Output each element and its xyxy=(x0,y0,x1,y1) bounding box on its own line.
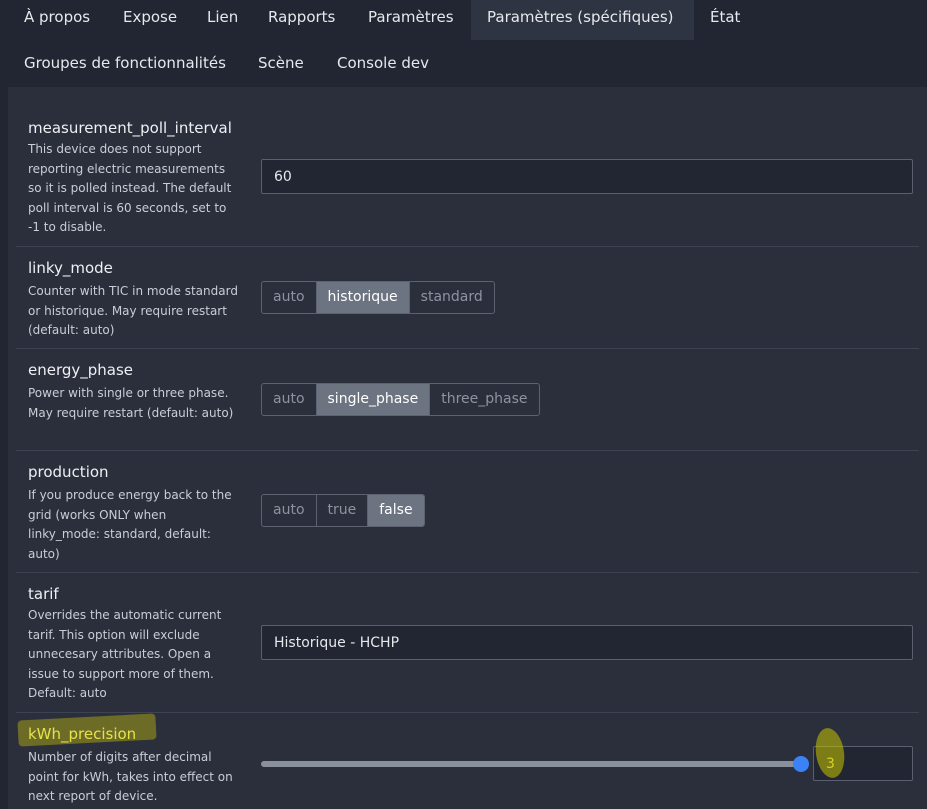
linky-mode-option-auto[interactable]: auto xyxy=(262,282,317,313)
tab-a-propos[interactable]: À propos xyxy=(8,0,106,40)
setting-description: This device does not support reporting e… xyxy=(28,142,232,234)
tarif-input[interactable] xyxy=(261,625,913,660)
tab-rapports[interactable]: Rapports xyxy=(252,0,351,40)
setting-row-tarif: tarif Overrides the automatic current ta… xyxy=(16,573,919,713)
kwh-precision-slider[interactable] xyxy=(261,756,809,772)
setting-row-linky-mode: linky_mode Counter with TIC in mode stan… xyxy=(16,247,919,349)
energy-phase-option-three-phase[interactable]: three_phase xyxy=(430,384,538,415)
production-toggle-group: auto true false xyxy=(261,494,425,527)
setting-description: If you produce energy back to the grid (… xyxy=(28,488,232,561)
setting-description: Overrides the automatic current tarif. T… xyxy=(28,608,222,700)
setting-row-production: production If you produce energy back to… xyxy=(16,451,919,573)
tab-expose[interactable]: Expose xyxy=(107,0,193,40)
measurement-poll-interval-input[interactable] xyxy=(261,159,913,194)
energy-phase-option-auto[interactable]: auto xyxy=(262,384,317,415)
setting-label: tarif xyxy=(28,585,59,603)
linky-mode-option-historique[interactable]: historique xyxy=(316,282,410,313)
setting-label: energy_phase xyxy=(28,361,134,379)
setting-description: Counter with TIC in mode standard or his… xyxy=(28,284,238,337)
tab-groupes-de-fonctionnalites[interactable]: Groupes de fonctionnalités xyxy=(8,46,242,86)
tab-scene[interactable]: Scène xyxy=(242,46,320,86)
linky-mode-option-standard[interactable]: standard xyxy=(410,282,494,313)
setting-label: production xyxy=(28,463,109,481)
tab-etat[interactable]: État xyxy=(694,0,756,40)
setting-row-energy-phase: energy_phase Power with single or three … xyxy=(16,349,919,451)
tab-bar: À propos Expose Lien Rapports Paramètres… xyxy=(0,0,927,87)
tab-lien[interactable]: Lien xyxy=(191,0,254,40)
setting-row-kwh-precision: kWh_precision Number of digits after dec… xyxy=(16,713,919,809)
production-option-auto[interactable]: auto xyxy=(262,495,317,526)
tab-parametres[interactable]: Paramètres xyxy=(352,0,470,40)
tab-parametres-specifiques[interactable]: Paramètres (spécifiques) xyxy=(471,0,694,40)
setting-label: measurement_poll_interval xyxy=(28,119,232,137)
setting-row-measurement-poll-interval: measurement_poll_interval This device do… xyxy=(16,105,919,247)
setting-label: linky_mode xyxy=(28,259,113,277)
energy-phase-toggle-group: auto single_phase three_phase xyxy=(261,383,540,416)
production-option-false[interactable]: false xyxy=(368,495,424,526)
specific-settings-card: measurement_poll_interval This device do… xyxy=(8,87,927,809)
linky-mode-toggle-group: auto historique standard xyxy=(261,281,495,314)
energy-phase-option-single-phase[interactable]: single_phase xyxy=(316,384,431,415)
production-option-true[interactable]: true xyxy=(317,495,369,526)
slider-thumb[interactable] xyxy=(793,756,809,772)
setting-description: Number of digits after decimal point for… xyxy=(28,750,233,803)
setting-description: Power with single or three phase. May re… xyxy=(28,386,234,420)
setting-label: kWh_precision xyxy=(28,725,137,743)
tab-console-dev[interactable]: Console dev xyxy=(321,46,445,86)
